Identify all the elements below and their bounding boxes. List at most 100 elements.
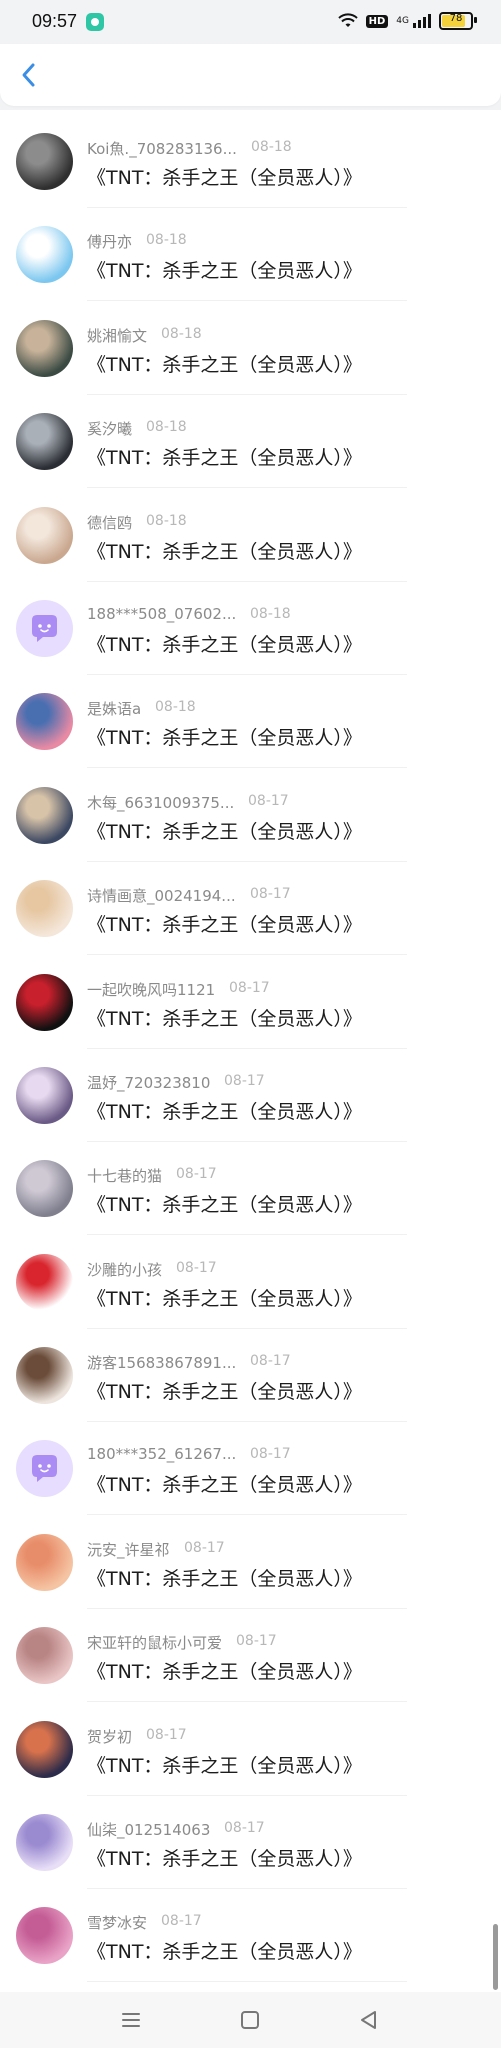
username[interactable]: 贺岁初: [87, 1726, 132, 1747]
date-label: 08-18: [146, 512, 187, 529]
date-label: 08-17: [250, 1446, 291, 1463]
divider: [87, 1514, 407, 1516]
username[interactable]: 德信鸥: [87, 512, 132, 533]
list-item[interactable]: 傅丹亦 08-18 《TNT：杀手之王（全员恶人）》: [0, 219, 501, 312]
divider: [87, 860, 407, 862]
comment-text: 《TNT：杀手之王（全员恶人）》: [87, 447, 362, 470]
list-item[interactable]: 德信鸥 08-18 《TNT：杀手之王（全员恶人）》: [0, 500, 501, 593]
triangle-back-icon[interactable]: [354, 2006, 384, 2034]
username[interactable]: 沙雕的小孩: [87, 1259, 162, 1280]
avatar[interactable]: [16, 786, 73, 844]
list-item[interactable]: 沙雕的小孩 08-17 《TNT：杀手之王（全员恶人）》: [0, 1247, 501, 1340]
battery-icon: 78: [439, 12, 477, 30]
avatar[interactable]: [16, 880, 73, 938]
avatar[interactable]: [16, 599, 73, 657]
username[interactable]: 奚汐曦: [87, 418, 132, 439]
list-item[interactable]: 是姝语a 08-18 《TNT：杀手之王（全员恶人）》: [0, 686, 501, 779]
list-item[interactable]: 十七巷的猫 08-17 《TNT：杀手之王（全员恶人）》: [0, 1153, 501, 1246]
comment-text: 《TNT：杀手之王（全员恶人）》: [87, 1661, 362, 1684]
avatar[interactable]: [16, 1533, 73, 1591]
avatar[interactable]: [16, 319, 73, 377]
comment-text: 《TNT：杀手之王（全员恶人）》: [87, 633, 362, 656]
username[interactable]: 十七巷的猫: [87, 1165, 162, 1186]
date-label: 08-17: [248, 792, 289, 809]
comment-text: 《TNT：杀手之王（全员恶人）》: [87, 914, 362, 937]
list-item[interactable]: 一起吹晚风吗1121 08-17 《TNT：杀手之王（全员恶人）》: [0, 967, 501, 1060]
comment-text: 《TNT：杀手之王（全员恶人）》: [87, 1567, 362, 1590]
signal-icon: [413, 14, 431, 28]
avatar[interactable]: [16, 1907, 73, 1965]
username[interactable]: 诗情画意_0024194...: [87, 885, 236, 906]
avatar[interactable]: [16, 413, 73, 471]
menu-icon[interactable]: [116, 2006, 146, 2034]
username[interactable]: 雪梦冰安: [87, 1912, 147, 1933]
avatar[interactable]: [16, 693, 73, 751]
list-item[interactable]: 温妤_720323810 08-17 《TNT：杀手之王（全员恶人）》: [0, 1060, 501, 1153]
avatar[interactable]: [16, 1066, 73, 1124]
comment-text: 《TNT：杀手之王（全员恶人）》: [87, 353, 362, 376]
system-nav-bar: [0, 1992, 501, 2048]
list-item[interactable]: 木每_6631009375... 08-17 《TNT：杀手之王（全员恶人）》: [0, 780, 501, 873]
header-card: [0, 44, 501, 106]
scrollbar[interactable]: [493, 1924, 498, 1990]
date-label: 08-18: [251, 139, 292, 155]
hd-badge: HD: [365, 14, 389, 28]
avatar[interactable]: [16, 1253, 73, 1311]
avatar[interactable]: [16, 1440, 73, 1498]
comment-text: 《TNT：杀手之王（全员恶人）》: [87, 540, 362, 563]
divider: [87, 673, 407, 675]
username[interactable]: 温妤_720323810: [87, 1072, 210, 1093]
list-item[interactable]: 贺岁初 08-17 《TNT：杀手之王（全员恶人）》: [0, 1714, 501, 1807]
username[interactable]: 180***352_61267...: [87, 1445, 236, 1463]
chevron-left-icon[interactable]: [14, 60, 44, 90]
comment-text: 《TNT：杀手之王（全员恶人）》: [87, 1194, 362, 1217]
list-item[interactable]: 诗情画意_0024194... 08-17 《TNT：杀手之王（全员恶人）》: [0, 873, 501, 966]
username[interactable]: Koi魚._708283136...: [87, 138, 237, 159]
avatar[interactable]: [16, 1347, 73, 1405]
avatar[interactable]: [16, 1160, 73, 1218]
username[interactable]: 宋亚轩的鼠标小可爱: [87, 1632, 222, 1653]
divider: [87, 393, 407, 395]
date-label: 08-17: [184, 1539, 225, 1556]
list-item[interactable]: 仙柒_012514063 08-17 《TNT：杀手之王（全员恶人）》: [0, 1807, 501, 1900]
avatar[interactable]: [16, 226, 73, 284]
username[interactable]: 是姝语a: [87, 698, 141, 719]
avatar[interactable]: [16, 973, 73, 1031]
username[interactable]: 一起吹晚风吗1121: [87, 979, 215, 1000]
list-item[interactable]: 188***508_07602... 08-18 《TNT：杀手之王（全员恶人）》: [0, 593, 501, 686]
avatar[interactable]: [16, 506, 73, 564]
avatar[interactable]: [16, 1814, 73, 1872]
avatar[interactable]: [16, 133, 73, 190]
username[interactable]: 188***508_07602...: [87, 605, 236, 623]
username[interactable]: 傅丹亦: [87, 231, 132, 252]
date-label: 08-18: [146, 419, 187, 436]
list-item[interactable]: 沅安_许星祁 08-17 《TNT：杀手之王（全员恶人）》: [0, 1527, 501, 1620]
divider: [87, 1888, 407, 1890]
date-label: 08-18: [161, 325, 202, 342]
username[interactable]: 仙柒_012514063: [87, 1819, 210, 1840]
divider: [87, 1701, 407, 1703]
comment-text: 《TNT：杀手之王（全员恶人）》: [87, 820, 362, 843]
list-item[interactable]: 游客15683867891... 08-17 《TNT：杀手之王（全员恶人）》: [0, 1340, 501, 1433]
username[interactable]: 沅安_许星祁: [87, 1539, 170, 1560]
comment-text: 《TNT：杀手之王（全员恶人）》: [87, 1100, 362, 1123]
list-item[interactable]: 宋亚轩的鼠标小可爱 08-17 《TNT：杀手之王（全员恶人）》: [0, 1620, 501, 1713]
username[interactable]: 姚湘愉文: [87, 325, 147, 346]
divider: [87, 1981, 407, 1983]
list-item[interactable]: Koi魚._708283136... 08-18 《TNT：杀手之王（全员恶人）》: [0, 126, 501, 219]
avatar[interactable]: [16, 1627, 73, 1685]
list-item[interactable]: 180***352_61267... 08-17 《TNT：杀手之王（全员恶人）》: [0, 1433, 501, 1526]
divider: [87, 1421, 407, 1423]
list-item[interactable]: 奚汐曦 08-18 《TNT：杀手之王（全员恶人）》: [0, 406, 501, 499]
username[interactable]: 游客15683867891...: [87, 1352, 236, 1373]
user-comment-list: Koi魚._708283136... 08-18 《TNT：杀手之王（全员恶人）》傅…: [0, 126, 501, 1994]
avatar[interactable]: [16, 1720, 73, 1778]
chat-app-icon: [86, 13, 104, 31]
comment-text: 《TNT：杀手之王（全员恶人）》: [87, 1754, 362, 1777]
divider: [87, 207, 407, 208]
list-item[interactable]: 雪梦冰安 08-17 《TNT：杀手之王（全员恶人）》: [0, 1900, 501, 1993]
date-label: 08-17: [176, 1166, 217, 1183]
list-item[interactable]: 姚湘愉文 08-18 《TNT：杀手之王（全员恶人）》: [0, 313, 501, 406]
username[interactable]: 木每_6631009375...: [87, 792, 234, 813]
home-square-icon[interactable]: [235, 2006, 265, 2034]
